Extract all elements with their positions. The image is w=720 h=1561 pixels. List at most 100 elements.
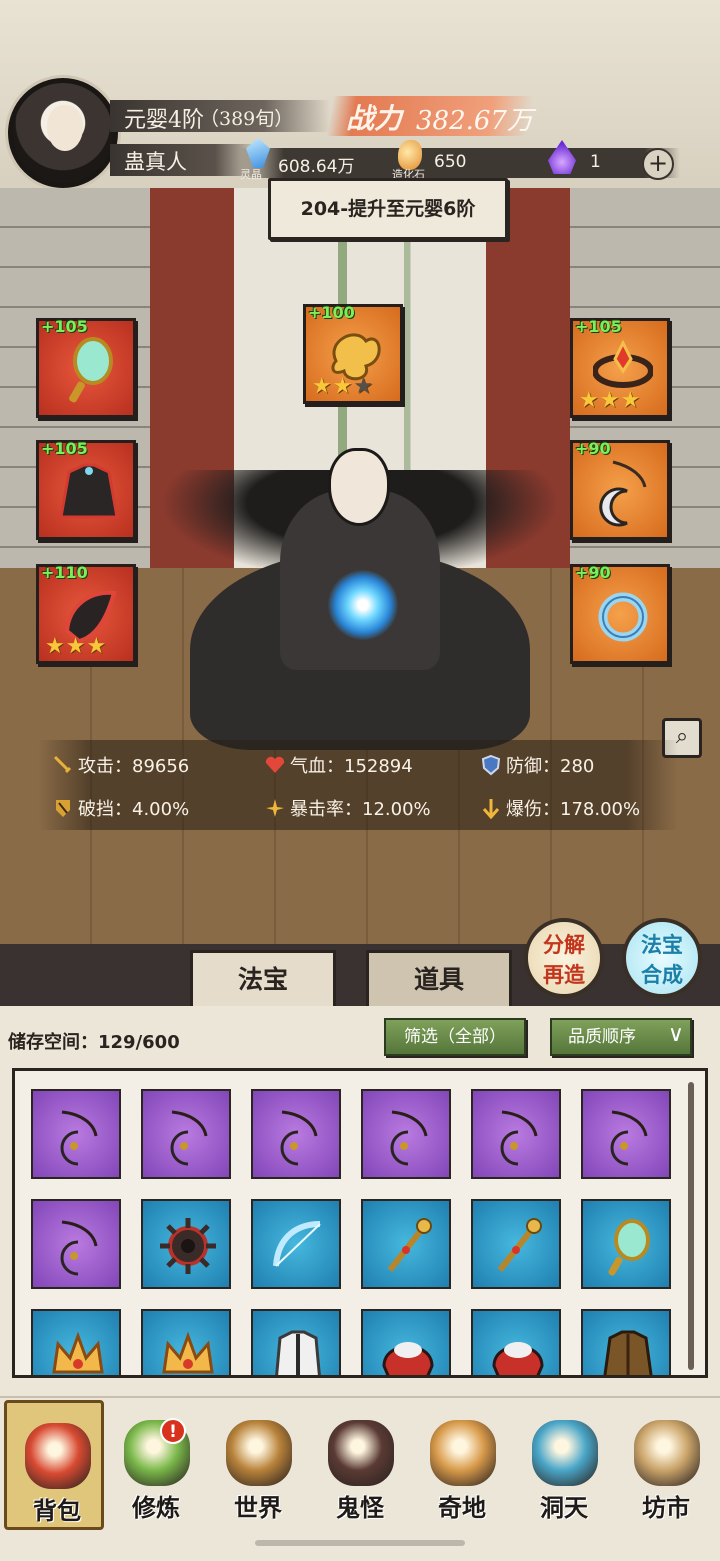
stat-crit-rate-text: 暴击率：12.00% [290,799,431,820]
inventory-item[interactable] [581,1309,671,1375]
tab-daoju[interactable]: 道具 [366,950,512,1006]
filter-button[interactable]: 筛选（全部） [384,1018,526,1056]
wonder-land-icon [430,1420,496,1486]
inventory-item[interactable] [471,1199,561,1289]
equip-slot-top-center[interactable]: +100 ★★★ [303,303,403,404]
heart-icon [265,756,285,773]
inventory-grid [12,1068,708,1378]
chevron-down-icon: ∨ [667,1022,684,1047]
crescent-pendant-icon [610,1110,648,1166]
realm-text: 元婴4阶 [124,108,204,133]
cultivator-figure [160,430,560,750]
equip-slot-right-2[interactable]: +90 [570,439,670,540]
jade-mirror-icon [608,1219,650,1276]
add-resource-button[interactable]: + [642,148,674,180]
inventory-item[interactable] [251,1199,341,1289]
red-helmet-icon [492,1342,544,1375]
brown-coat-icon [603,1330,653,1375]
equip-level: +105 [41,439,88,458]
stat-armor-break: 破挡：4.00% [52,795,189,821]
nav-label: 背包 [33,1496,81,1525]
decompose-button[interactable]: 分解 再造 [524,918,604,998]
quest-banner[interactable]: 204-提升至元婴6阶 [268,178,508,240]
sort-label: 品质顺序 [568,1027,636,1047]
nav-item-1[interactable]: 背包 [4,1400,104,1530]
tab-fabao[interactable]: 法宝 [190,950,336,1006]
inventory-item[interactable] [471,1089,561,1179]
power-value: 382.67万 [416,106,533,136]
inventory-item[interactable] [361,1199,451,1289]
dark-robe-icon [59,463,119,519]
spirit-crystal-value: 608.64万 [278,157,355,177]
nav-label: 世界 [234,1493,282,1522]
stat-attack-text: 攻击：89656 [78,756,190,777]
inventory-item[interactable] [361,1309,451,1375]
stat-attack: 攻击：89656 [52,752,189,778]
golden-staff-icon [387,1218,432,1272]
age-text: （389旬） [200,108,294,130]
spiked-wheel-icon [160,1218,216,1274]
equip-slot-left-2[interactable]: +105 [36,439,136,540]
inventory-item[interactable] [141,1199,231,1289]
nav-item-2[interactable]: 修炼 [106,1400,206,1530]
figure-head [328,448,390,526]
backpack-icon [25,1423,91,1489]
stat-armor-break-text: 破挡：4.00% [78,799,190,820]
equip-slot-left-1[interactable]: +105 [36,317,136,418]
equip-level: +90 [575,439,611,458]
nav-item-5[interactable]: 奇地 [412,1400,512,1530]
player-avatar[interactable] [8,78,118,188]
inventory-item[interactable] [31,1089,121,1179]
stat-defense-text: 防御：280 [506,756,595,777]
crit-damage-icon [482,799,500,819]
synthesize-button[interactable]: 法宝 合成 [622,918,702,998]
golden-crown-icon [162,1331,214,1374]
ice-bow-icon [273,1221,321,1267]
inventory-item[interactable] [471,1309,561,1375]
inventory-item[interactable] [581,1199,671,1289]
storage-capacity: 储存空间：129/600 [8,1032,180,1053]
inventory-item[interactable] [581,1089,671,1179]
inventory-item[interactable] [141,1089,231,1179]
sword-icon [53,755,72,774]
dragon-bracelet-icon [598,592,648,642]
purple-flame-value: 1 [590,152,601,172]
inventory-item[interactable] [251,1309,341,1375]
stat-hp: 气血：152894 [264,752,413,778]
inventory-item[interactable] [31,1199,121,1289]
equip-slot-right-1[interactable]: +105 ★★★ [570,317,670,418]
nav-label: 坊市 [642,1493,690,1522]
crescent-pendant-icon [280,1110,318,1166]
inventory-scrollbar[interactable] [688,1082,694,1370]
spirit-crystal-label: 灵晶 [240,168,262,181]
equip-slot-right-3[interactable]: +90 [570,563,670,664]
player-name: 蛊真人 [124,150,187,174]
creation-stone-value: 650 [434,152,467,172]
inventory-item[interactable] [141,1309,231,1375]
home-indicator [255,1540,465,1546]
crescent-pendant-icon [390,1110,428,1166]
crescent-pendant-icon [500,1110,538,1166]
equip-level: +105 [41,317,88,336]
nav-item-6[interactable]: 洞天 [514,1400,614,1530]
crescent-pendant-icon [170,1110,208,1166]
golden-staff-icon [497,1218,542,1272]
white-armor-icon [275,1330,321,1375]
equip-level: +110 [41,563,88,582]
inventory-item[interactable] [251,1089,341,1179]
stat-crit-damage: 爆伤：178.00% [480,795,640,821]
jade-mirror-icon [69,337,113,403]
equip-level: +90 [575,563,611,582]
equip-stars: ★★★ [45,634,108,659]
inventory-item[interactable] [361,1089,451,1179]
crit-rate-icon [266,799,284,817]
sort-dropdown[interactable]: 品质顺序 ∨ [550,1018,692,1056]
alert-badge: ! [160,1418,186,1444]
power-label: 战力 [346,102,403,135]
equip-slot-left-3[interactable]: +110 ★★★ [36,563,136,664]
nav-label: 奇地 [438,1493,486,1522]
inventory-item[interactable] [31,1309,121,1375]
nav-item-7[interactable]: 坊市 [616,1400,716,1530]
nav-item-4[interactable]: 鬼怪 [310,1400,410,1530]
nav-item-3[interactable]: 世界 [208,1400,308,1530]
